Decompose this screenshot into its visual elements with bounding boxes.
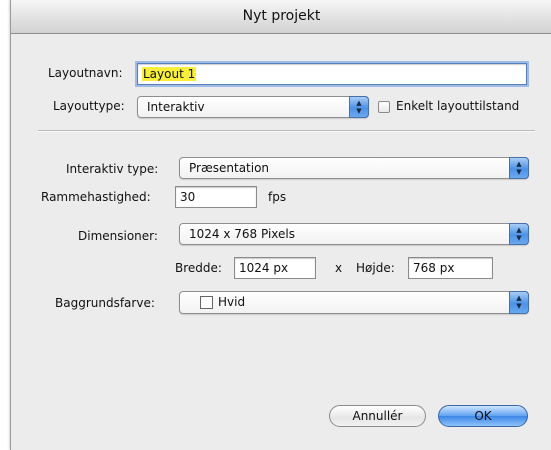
popup-arrows-icon: ▲ ▼: [509, 157, 529, 179]
background-color-label: Baggrundsfarve:: [55, 296, 155, 310]
separator: [38, 130, 535, 132]
popup-arrows-icon: ▲ ▼: [509, 291, 529, 314]
layout-type-label: Layouttype:: [53, 99, 125, 113]
framerate-unit: fps: [268, 190, 287, 204]
dimensions-popup[interactable]: 1024 x 768 Pixels ▲ ▼: [179, 223, 529, 245]
single-layout-state-label: Enkelt layouttilstand: [396, 99, 520, 113]
framerate-field[interactable]: 30: [175, 186, 257, 208]
interactive-type-value: Præsentation: [189, 161, 270, 175]
height-label: Højde:: [356, 261, 395, 275]
layout-type-popup[interactable]: Interaktiv ▲ ▼: [137, 96, 369, 118]
framerate-label: Rammehastighed:: [41, 190, 151, 204]
ok-button[interactable]: OK: [438, 405, 528, 427]
layout-type-value: Interaktiv: [147, 100, 205, 114]
cancel-button[interactable]: Annullér: [329, 405, 426, 427]
width-field[interactable]: 1024 px: [234, 257, 316, 279]
dimensions-value: 1024 x 768 Pixels: [189, 227, 295, 241]
layout-name-label: Layoutnavn:: [48, 66, 123, 80]
layout-name-field[interactable]: Layout 1: [137, 63, 527, 85]
layout-name-value: Layout 1: [142, 67, 197, 81]
dialog-window: Nyt projekt Layoutnavn: Layout 1 Layoutt…: [10, 0, 551, 450]
interactive-type-label: Interaktiv type:: [66, 162, 159, 176]
background-color-popup[interactable]: Hvid ▲ ▼: [179, 291, 529, 314]
single-layout-state-checkbox[interactable]: [378, 101, 390, 113]
height-field[interactable]: 768 px: [408, 257, 493, 279]
width-label: Bredde:: [175, 261, 222, 275]
popup-arrows-icon: ▲ ▼: [509, 223, 529, 245]
popup-arrows-icon: ▲ ▼: [349, 96, 369, 118]
times-sign: x: [335, 261, 343, 275]
color-swatch-icon: [200, 296, 213, 309]
window-title: Nyt projekt: [242, 8, 321, 24]
dimensions-label: Dimensioner:: [78, 229, 158, 243]
background-color-value: Hvid: [218, 295, 246, 309]
title-bar[interactable]: Nyt projekt: [11, 0, 551, 34]
interactive-type-popup[interactable]: Præsentation ▲ ▼: [179, 157, 529, 179]
